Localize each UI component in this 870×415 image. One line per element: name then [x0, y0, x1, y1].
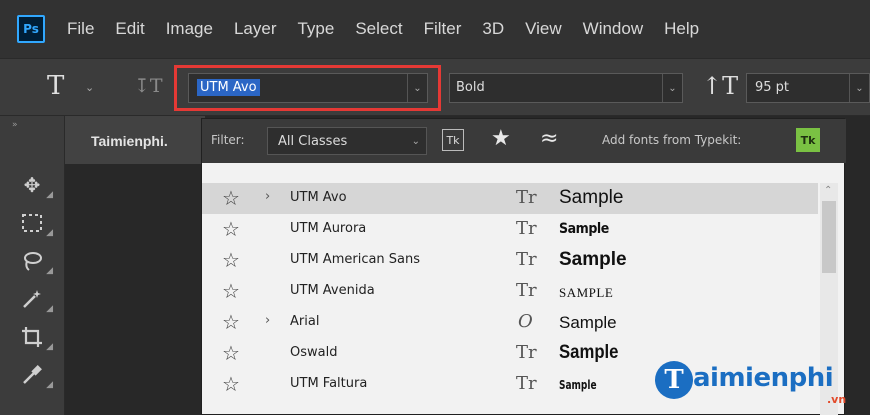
menu-type[interactable]: Type — [297, 19, 334, 39]
font-sample: SAMPLE — [559, 285, 614, 300]
font-sample: Sample — [559, 187, 624, 208]
magic-wand-icon[interactable]: ◢ — [17, 284, 53, 314]
font-style-value: Bold — [456, 80, 485, 95]
truetype-icon: Tr — [516, 187, 537, 208]
font-size-icon: ↑T — [702, 72, 739, 100]
expand-family-chevron-icon[interactable]: › — [265, 189, 270, 204]
watermark-logo-icon: T — [655, 361, 693, 399]
font-row[interactable]: ☆ UTM Avenida Tr SAMPLE — [202, 276, 818, 307]
menu-view[interactable]: View — [525, 19, 562, 39]
chevron-down-icon[interactable]: ⌄ — [849, 74, 869, 102]
font-name: UTM Faltura — [290, 376, 368, 391]
favorite-star-icon[interactable]: ☆ — [222, 217, 240, 241]
font-name: UTM American Sans — [290, 252, 421, 267]
menu-3d[interactable]: 3D — [482, 19, 504, 39]
menu-edit[interactable]: Edit — [115, 19, 144, 39]
lasso-tool-icon[interactable]: ◢ — [17, 246, 53, 276]
favorite-star-icon[interactable]: ☆ — [222, 248, 240, 272]
watermark-suffix: .vn — [827, 393, 847, 406]
menu-layer[interactable]: Layer — [234, 19, 277, 39]
font-row[interactable]: ☆ › Arial O Sample — [202, 307, 818, 338]
font-sample: Sample — [559, 313, 617, 332]
add-fonts-typekit-label: Add fonts from Typekit: — [602, 133, 742, 147]
options-bar: T ⌄ ↧T UTM Avo ⌄ Bold ⌄ ↑T 95 pt ⌄ — [0, 58, 870, 116]
menu-file[interactable]: File — [67, 19, 94, 39]
similar-fonts-icon[interactable]: ≈ — [540, 126, 558, 151]
font-family-value[interactable]: UTM Avo — [197, 79, 260, 96]
menu-filter[interactable]: Filter — [424, 19, 462, 39]
favorite-star-icon[interactable]: ☆ — [222, 310, 240, 334]
crop-tool-icon[interactable]: ◢ — [17, 322, 53, 352]
menu-bar: Ps File Edit Image Layer Type Select Fil… — [0, 0, 870, 58]
font-row[interactable]: ☆ › UTM Avo Tr Sample — [202, 183, 818, 214]
favorites-filter-star-icon[interactable]: ★ — [491, 126, 511, 151]
menu-select[interactable]: Select — [355, 19, 402, 39]
font-name: UTM Avo — [290, 190, 347, 205]
filter-label: Filter: — [211, 133, 245, 147]
font-name: Arial — [290, 314, 320, 329]
font-classes-select[interactable]: All Classes ⌄ — [267, 127, 427, 155]
menu-help[interactable]: Help — [664, 19, 699, 39]
font-name: Oswald — [290, 345, 338, 360]
favorite-star-icon[interactable]: ☆ — [222, 372, 240, 396]
document-tab[interactable]: Taimienphi. — [65, 116, 205, 164]
font-name: UTM Aurora — [290, 221, 367, 236]
move-tool-icon[interactable]: ✥ ◢ — [17, 170, 53, 200]
document-tab-title: Taimienphi. — [91, 133, 168, 149]
menu-window[interactable]: Window — [583, 19, 643, 39]
favorite-star-icon[interactable]: ☆ — [222, 186, 240, 210]
collapse-arrows-icon[interactable]: » — [12, 120, 18, 130]
font-size-value[interactable]: 95 pt — [755, 80, 789, 95]
eyedropper-icon[interactable]: ◢ — [17, 360, 53, 390]
text-orientation-icon[interactable]: ↧T — [134, 75, 163, 97]
favorite-star-icon[interactable]: ☆ — [222, 341, 240, 365]
menu-image[interactable]: Image — [166, 19, 213, 39]
font-filter-bar: Filter: All Classes ⌄ Tk ★ ≈ Add fonts f… — [202, 119, 846, 163]
chevron-down-icon[interactable]: ⌄ — [662, 74, 682, 102]
photoshop-logo: Ps — [17, 15, 45, 43]
truetype-icon: Tr — [516, 249, 537, 270]
type-tool-icon[interactable]: T — [47, 71, 64, 101]
font-sample: Sample — [559, 378, 597, 392]
watermark-text: aimienphi — [693, 363, 834, 393]
font-family-select[interactable]: UTM Avo ⌄ — [188, 73, 428, 103]
typekit-filter-icon[interactable]: Tk — [442, 129, 464, 151]
scrollbar-thumb[interactable] — [822, 201, 836, 273]
font-row[interactable]: ☆ UTM American Sans Tr Sample — [202, 245, 818, 276]
tools-panel: » ✥ ◢ ◢ ◢ ◢ ◢ ◢ — [0, 116, 65, 415]
chevron-down-icon[interactable]: ⌄ — [412, 136, 420, 147]
font-sample: Sample — [559, 342, 619, 363]
font-row[interactable]: ☆ UTM Aurora Tr Sample — [202, 214, 818, 245]
chevron-down-icon[interactable]: ⌄ — [407, 74, 427, 102]
tool-preset-chevron-icon[interactable]: ⌄ — [85, 81, 94, 94]
font-classes-value: All Classes — [278, 134, 348, 149]
typekit-add-button[interactable]: Tk — [796, 128, 820, 152]
taimienphi-watermark: T aimienphi .vn — [655, 357, 865, 407]
truetype-icon: Tr — [516, 280, 537, 301]
favorite-star-icon[interactable]: ☆ — [222, 279, 240, 303]
font-style-select[interactable]: Bold ⌄ — [449, 73, 683, 103]
truetype-icon: Tr — [516, 373, 537, 394]
opentype-icon: O — [518, 311, 533, 332]
font-name: UTM Avenida — [290, 283, 375, 298]
marquee-tool-icon[interactable]: ◢ — [17, 208, 53, 238]
scroll-up-arrow-icon[interactable]: ⌃ — [824, 185, 832, 196]
truetype-icon: Tr — [516, 342, 537, 363]
font-sample: Sample — [559, 221, 609, 237]
font-sample: Sample — [559, 249, 627, 270]
font-size-select[interactable]: 95 pt ⌄ — [746, 73, 870, 103]
expand-family-chevron-icon[interactable]: › — [265, 313, 270, 328]
truetype-icon: Tr — [516, 218, 537, 239]
